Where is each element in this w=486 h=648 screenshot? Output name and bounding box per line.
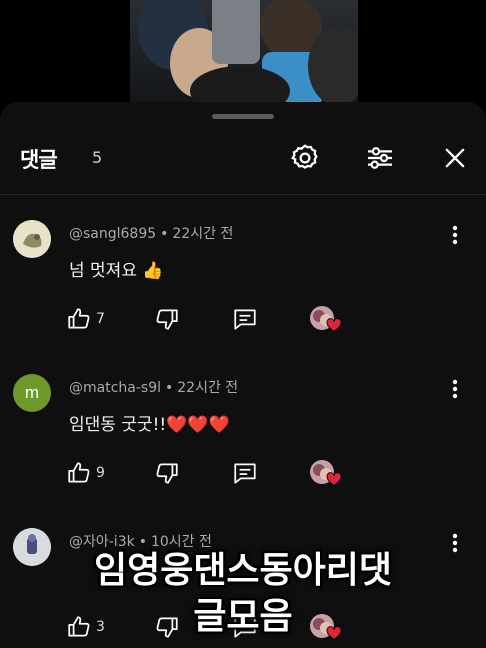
comment-author[interactable]: @matcha-s9l [69, 380, 161, 396]
dislike-icon [156, 463, 178, 484]
comment-item: m @matcha-s9l • 22시간 전 임댄동 굿굿!!❤️❤️❤️ 9 [0, 360, 486, 510]
avatar-letter: m [24, 383, 40, 402]
like-count: 7 [96, 311, 105, 327]
more-vert-icon [452, 225, 458, 245]
close-icon [445, 148, 465, 168]
comment-meta: @matcha-s9l • 22시간 전 [69, 377, 238, 397]
header-divider [0, 194, 486, 195]
comment-time: 22시간 전 [172, 226, 234, 242]
creator-heart-badge [310, 304, 344, 334]
comments-count: 5 [92, 148, 103, 167]
comments-title: 댓글 [20, 148, 58, 172]
filter-icon [368, 147, 392, 169]
caption-line-2: 글모음 [193, 596, 293, 637]
dislike-button[interactable] [154, 304, 180, 334]
caption-overlay: 임영웅댄스동아리댓 글모음 [0, 548, 486, 640]
video-area[interactable] [0, 0, 486, 102]
meta-separator: • [160, 226, 169, 242]
comment-meta: @sangl6895 • 22시간 전 [69, 223, 233, 243]
comment-author[interactable]: @sangl6895 [69, 226, 156, 242]
video-thumbnail[interactable] [130, 0, 358, 102]
like-icon [68, 308, 90, 329]
comment-item: @sangl6895 • 22시간 전 넘 멋져요 👍 7 [0, 206, 486, 356]
settings-button[interactable] [287, 140, 323, 176]
comment-time: 22시간 전 [177, 380, 239, 396]
reply-icon [234, 463, 256, 484]
avatar[interactable] [13, 220, 51, 258]
like-count: 9 [96, 465, 105, 481]
creator-heart-badge [310, 458, 344, 488]
comment-text: 임댄동 굿굿!!❤️❤️❤️ [69, 415, 230, 435]
filter-button[interactable] [362, 140, 398, 176]
dislike-button[interactable] [154, 458, 180, 488]
caption-line-1: 임영웅댄스동아리댓 [93, 550, 393, 591]
reply-icon [234, 309, 256, 330]
creator-heart-icon [326, 318, 342, 332]
like-button[interactable]: 7 [66, 304, 105, 334]
close-button[interactable] [437, 140, 473, 176]
comment-actions: 7 [66, 304, 366, 334]
drag-handle[interactable] [212, 114, 274, 119]
avatar[interactable]: m [13, 374, 51, 412]
creator-heart-icon [326, 472, 342, 486]
dislike-icon [156, 309, 178, 330]
reply-button[interactable] [232, 458, 258, 488]
meta-separator: • [165, 380, 174, 396]
more-options-button[interactable] [444, 376, 466, 402]
like-icon [68, 462, 90, 483]
comments-header: 댓글 5 [0, 130, 486, 186]
like-button[interactable]: 9 [66, 458, 105, 488]
settings-icon [291, 144, 318, 169]
more-options-button[interactable] [444, 222, 466, 248]
comment-text: 넘 멋져요 👍 [69, 261, 164, 281]
more-vert-icon [452, 379, 458, 399]
comment-actions: 9 [66, 458, 366, 488]
reply-button[interactable] [232, 304, 258, 334]
